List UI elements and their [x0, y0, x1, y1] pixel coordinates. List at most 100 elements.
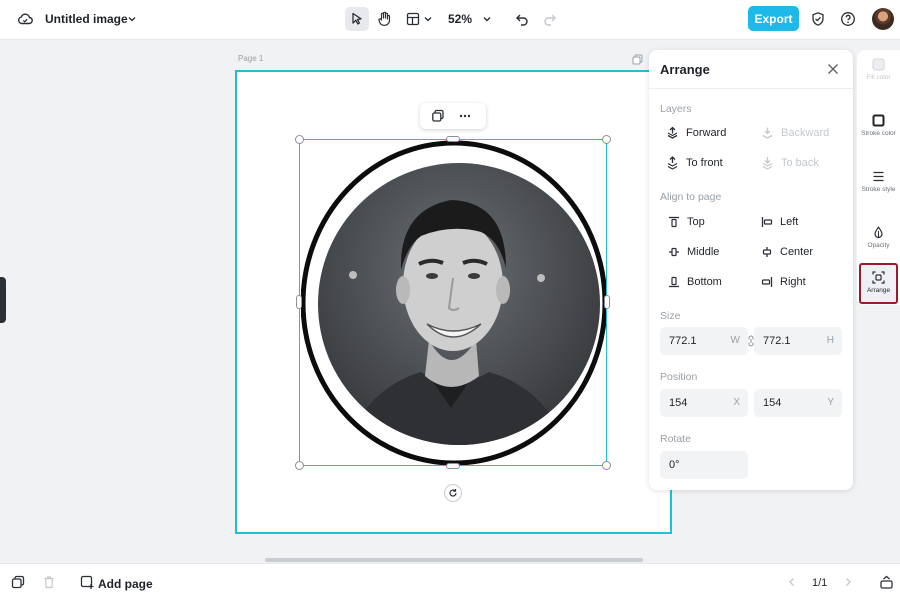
align-center-label: Center	[780, 246, 814, 258]
arrange-label: Arrange	[866, 287, 891, 294]
align-right-icon	[761, 277, 773, 287]
backward-label: Backward	[781, 127, 830, 139]
forward-label: Forward	[686, 127, 727, 139]
user-avatar[interactable]	[872, 8, 894, 30]
page-label: Page 1	[238, 54, 264, 63]
layout-icon[interactable]	[405, 11, 421, 27]
help-icon[interactable]	[840, 11, 856, 27]
width-field[interactable]: 772.1 W	[660, 327, 748, 355]
align-left-label: Left	[780, 216, 799, 228]
page-duplicate-icon[interactable]	[632, 54, 643, 65]
expand-pages-icon[interactable]	[879, 575, 894, 590]
align-bottom-label: Bottom	[687, 276, 722, 288]
opacity-label: Opacity	[867, 242, 890, 249]
rotate-field[interactable]: 0°	[660, 451, 748, 479]
opacity-icon	[874, 226, 883, 239]
resize-handle-tl[interactable]	[295, 135, 304, 144]
page-counter: 1/1	[812, 577, 828, 589]
left-panel-toggle[interactable]	[0, 277, 6, 323]
x-value: 154	[669, 397, 688, 409]
backward-icon	[762, 127, 773, 139]
delete-page-icon[interactable]	[42, 575, 56, 589]
to-back-label: To back	[781, 157, 819, 169]
duplicate-page-icon[interactable]	[11, 575, 25, 589]
align-top-label: Top	[687, 216, 705, 228]
resize-handle-right[interactable]	[604, 295, 610, 309]
height-value: 772.1	[763, 335, 791, 347]
align-middle-icon	[669, 247, 679, 257]
copy-icon[interactable]	[431, 109, 445, 123]
height-field[interactable]: 772.1 H	[754, 327, 842, 355]
close-icon[interactable]	[826, 62, 840, 76]
panel-divider	[649, 88, 853, 89]
next-page-icon[interactable]	[843, 577, 853, 587]
rail-stroke-color[interactable]: Stroke color	[857, 114, 900, 138]
height-unit: H	[826, 335, 834, 346]
selection-box[interactable]	[299, 139, 607, 466]
to-front-label: To front	[686, 157, 723, 169]
align-left-icon	[761, 217, 773, 227]
resize-handle-left[interactable]	[296, 295, 302, 309]
bottom-toolbar: Add page 1/1	[0, 563, 900, 600]
shield-check-icon[interactable]	[810, 11, 826, 27]
x-unit: X	[733, 397, 740, 408]
width-value: 772.1	[669, 335, 697, 347]
align-middle-label: Middle	[687, 246, 720, 258]
stroke-color-label: Stroke color	[861, 130, 896, 137]
layout-chevron-icon[interactable]	[423, 14, 433, 24]
panel-title: Arrange	[660, 62, 710, 77]
add-page-button[interactable]: Add page	[98, 577, 153, 591]
resize-handle-bl[interactable]	[295, 461, 304, 470]
resize-handle-tr[interactable]	[602, 135, 611, 144]
position-x-field[interactable]: 154 X	[660, 389, 748, 417]
redo-icon[interactable]	[542, 11, 558, 27]
align-left-button[interactable]: Left	[761, 216, 798, 228]
element-floating-toolbar	[420, 103, 486, 129]
cloud-sync-icon[interactable]	[17, 11, 33, 27]
rail-fill-color[interactable]: Fill color	[857, 58, 900, 82]
prev-page-icon[interactable]	[787, 577, 797, 587]
align-center-button[interactable]: Center	[761, 246, 813, 258]
rotate-value: 0°	[669, 459, 680, 471]
backward-button[interactable]: Backward	[761, 126, 829, 140]
rotate-handle[interactable]	[444, 484, 462, 502]
to-front-icon	[667, 156, 678, 170]
align-right-label: Right	[780, 276, 806, 288]
align-top-icon	[669, 216, 679, 228]
hand-icon[interactable]	[376, 10, 393, 27]
stroke-style-icon	[873, 171, 884, 182]
resize-handle-top[interactable]	[446, 136, 460, 142]
align-middle-button[interactable]: Middle	[668, 246, 719, 258]
layers-section-label: Layers	[660, 103, 692, 115]
resize-handle-br[interactable]	[602, 461, 611, 470]
export-button[interactable]: Export	[748, 6, 799, 31]
to-front-button[interactable]: To front	[666, 156, 723, 170]
forward-button[interactable]: Forward	[666, 126, 726, 140]
size-section-label: Size	[660, 310, 681, 322]
rail-opacity[interactable]: Opacity	[857, 226, 900, 250]
align-section-label: Align to page	[660, 191, 722, 203]
align-bottom-button[interactable]: Bottom	[668, 276, 722, 288]
align-center-icon	[762, 247, 772, 257]
horizontal-scrollbar[interactable]	[265, 558, 643, 562]
to-back-icon	[762, 157, 773, 170]
more-icon[interactable]	[458, 109, 472, 123]
rail-arrange[interactable]: Arrange	[857, 271, 900, 295]
document-title[interactable]: Untitled image	[45, 12, 128, 26]
cursor-icon[interactable]	[349, 11, 365, 27]
fill-color-icon	[872, 58, 885, 71]
align-top-button[interactable]: Top	[668, 216, 705, 228]
to-back-button[interactable]: To back	[761, 156, 819, 170]
forward-icon	[667, 126, 678, 139]
zoom-level[interactable]: 52%	[448, 12, 472, 26]
y-value: 154	[763, 397, 782, 409]
resize-handle-bottom[interactable]	[446, 463, 460, 469]
undo-icon[interactable]	[514, 11, 530, 27]
rail-stroke-style[interactable]: Stroke style	[857, 170, 900, 194]
add-page-icon[interactable]	[80, 575, 95, 590]
align-right-button[interactable]: Right	[761, 276, 806, 288]
zoom-chevron-icon[interactable]	[482, 14, 492, 24]
chevron-down-icon[interactable]	[127, 14, 137, 24]
y-unit: Y	[827, 397, 834, 408]
position-y-field[interactable]: 154 Y	[754, 389, 842, 417]
